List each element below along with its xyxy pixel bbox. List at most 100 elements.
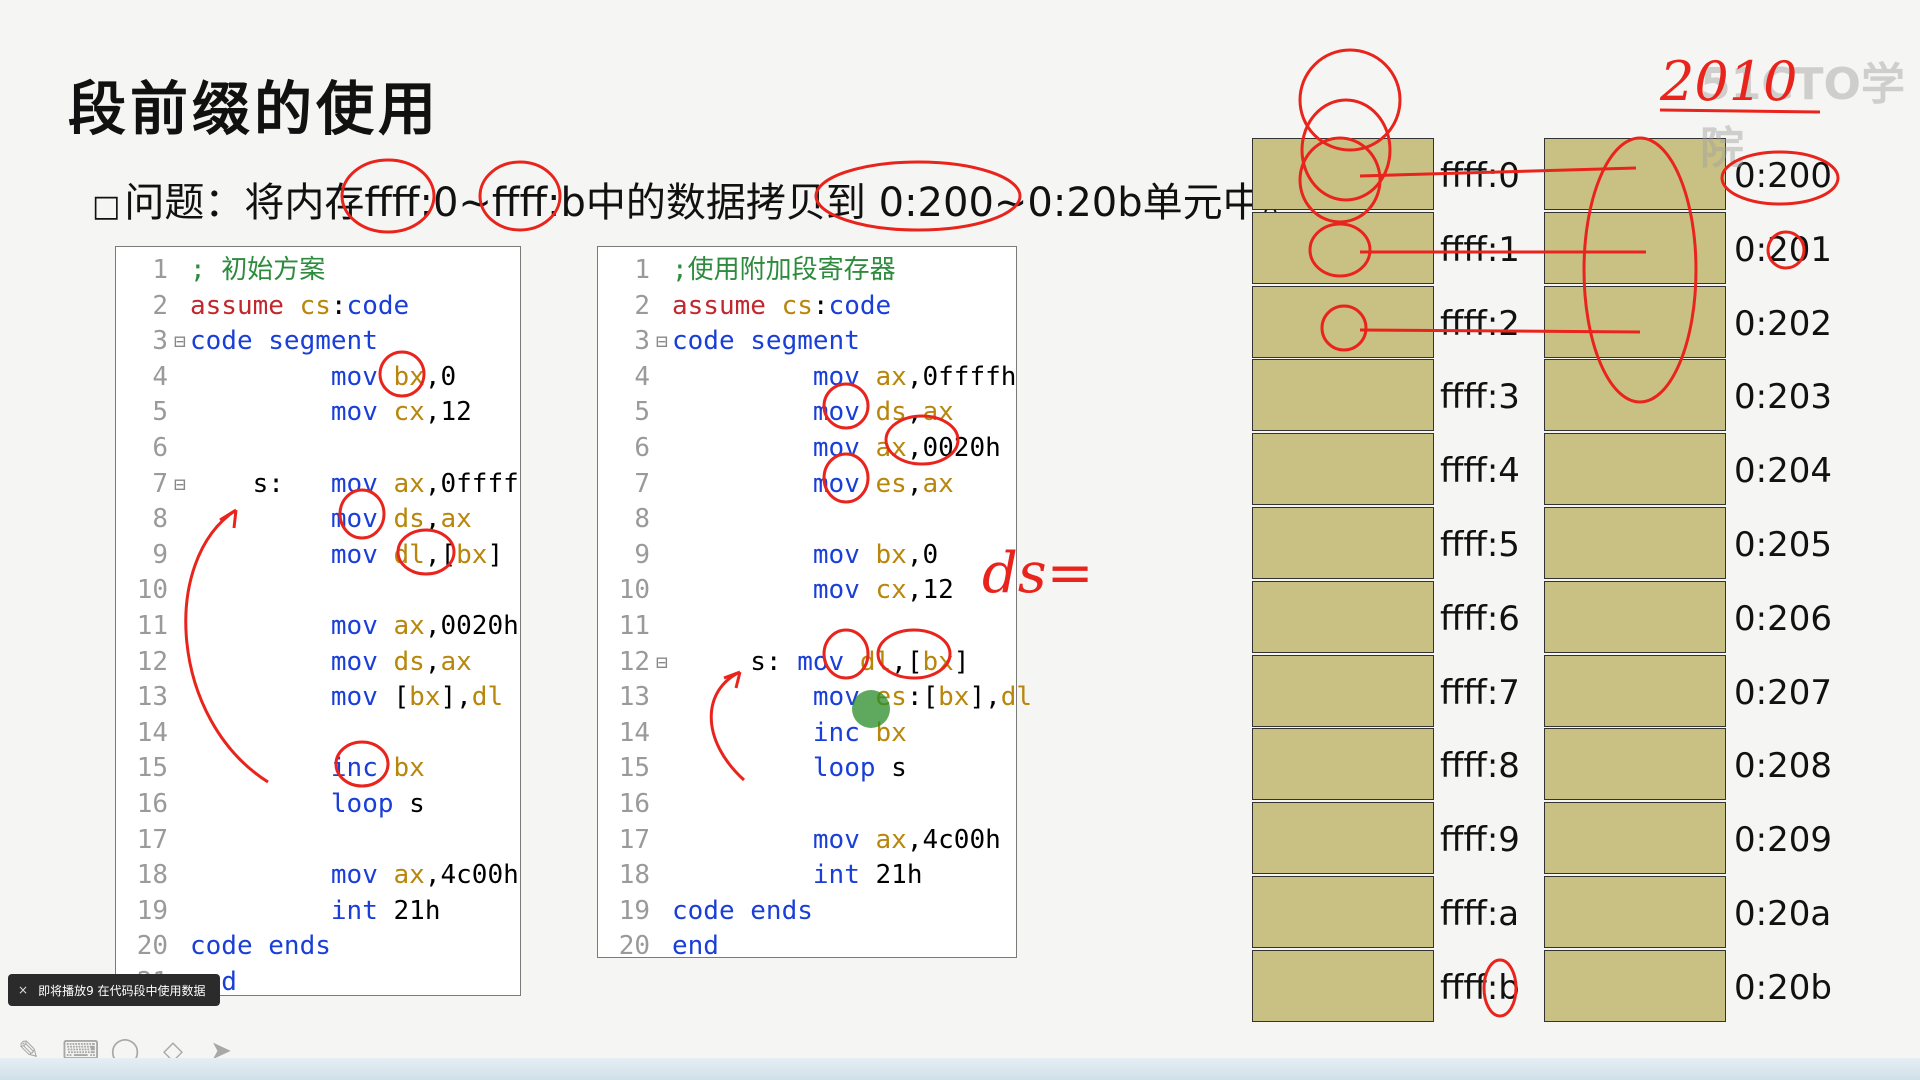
- line-number: 7: [152, 468, 168, 499]
- memory-source-column: ffff:0 ffff:1 ffff:2 ffff:3 ffff:4 ffff:5 ffff…: [1252, 138, 1520, 1024]
- memory-address-label: ffff:4: [1440, 451, 1520, 492]
- memory-address-label: 0:20b: [1734, 967, 1832, 1008]
- memory-address-label: ffff:7: [1440, 672, 1520, 713]
- code-text: int 21h: [812, 860, 923, 891]
- close-icon[interactable]: ×: [18, 983, 28, 997]
- code-text: ; 初始方案: [190, 255, 326, 285]
- memory-address-label: 0:20a: [1734, 894, 1832, 934]
- memory-cell: [1544, 654, 1726, 727]
- memory-cell: [1252, 359, 1434, 432]
- code-text: mov bx,0: [330, 361, 457, 392]
- code-text: assume cs:code: [672, 290, 892, 321]
- code-text: inc bx: [330, 753, 425, 784]
- code-text: loop s: [330, 789, 425, 819]
- code-text: end: [672, 931, 719, 962]
- line-number: 1: [634, 255, 650, 285]
- question-body: 问题：将内存ffff:0~ffff:b中的数据拷贝到 0:200~0:20b单元…: [124, 180, 1303, 226]
- code-text: s: mov ax,0ffffh: [190, 468, 520, 499]
- code-text: mov cx,12: [812, 575, 954, 606]
- code-text: code segment: [672, 326, 860, 357]
- fold-toggle-icon[interactable]: ⊟: [174, 467, 186, 503]
- code-text: mov [bx],dl: [330, 682, 504, 713]
- memory-address-label: ffff:a: [1440, 894, 1520, 934]
- line-number: 5: [634, 397, 650, 428]
- line-number: 19: [136, 895, 168, 926]
- memory-cell: [1252, 433, 1434, 506]
- line-number: 9: [634, 539, 650, 570]
- line-number: 11: [618, 611, 650, 641]
- code-text: mov ax,0020h: [812, 433, 1001, 463]
- line-number: 4: [634, 361, 650, 392]
- code-text: mov ax,0020h: [330, 611, 519, 641]
- code-text: mov ds,ax: [812, 397, 954, 428]
- memory-address-label: ffff:0: [1440, 156, 1520, 196]
- line-number: 10: [618, 575, 650, 606]
- slide-title: 段前缀的使用: [68, 75, 441, 143]
- fold-toggle-icon[interactable]: ⊟: [656, 324, 668, 360]
- code-text: ;使用附加段寄存器: [672, 255, 896, 285]
- line-number: 12: [618, 646, 650, 677]
- code-text: code ends: [672, 895, 813, 926]
- line-number: 1: [152, 255, 168, 285]
- memory-cell: [1544, 728, 1726, 801]
- line-number: 19: [618, 895, 650, 926]
- memory-cell: [1252, 728, 1434, 801]
- code-text: mov ax,0ffffh: [812, 361, 1017, 392]
- memory-address-label: ffff:3: [1440, 377, 1520, 418]
- memory-cell: [1544, 138, 1726, 210]
- memory-address-label: 0:201: [1734, 229, 1832, 270]
- line-number: 15: [618, 753, 650, 784]
- code-text: mov ds,ax: [330, 504, 472, 535]
- memory-cell: [1252, 876, 1434, 948]
- memory-cell: [1544, 802, 1726, 875]
- code-text: mov ax,4c00h: [812, 824, 1001, 855]
- memory-dest-column: 0:200 0:201 0:202 0:203 0:204 0:205 0:206 0:207…: [1544, 138, 1832, 1024]
- watermark-logo: 51CTO学院: [1700, 59, 1905, 174]
- memory-cell: [1252, 802, 1434, 875]
- memory-cell: [1544, 949, 1726, 1022]
- code-text: code ends: [190, 931, 331, 962]
- memory-address-label: ffff:6: [1440, 598, 1520, 639]
- line-number: 2: [634, 290, 650, 321]
- memory-address-label: ffff:1: [1440, 229, 1520, 270]
- code-text: loop s: [812, 753, 907, 784]
- code-text: int 21h: [330, 895, 441, 926]
- line-number: 13: [618, 682, 650, 713]
- line-number: 3: [634, 326, 650, 357]
- line-number: 9: [152, 539, 168, 570]
- memory-cell: [1252, 138, 1434, 210]
- line-number: 8: [152, 504, 168, 535]
- line-number: 7: [634, 468, 650, 499]
- memory-cell: [1252, 211, 1434, 284]
- fold-toggle-icon[interactable]: ⊟: [174, 324, 186, 360]
- memory-cell: [1252, 580, 1434, 653]
- memory-cell: [1544, 580, 1726, 653]
- memory-cell: [1544, 359, 1726, 432]
- memory-address-label: ffff:b: [1440, 967, 1520, 1008]
- line-number: 18: [136, 860, 168, 891]
- line-number: 12: [136, 646, 168, 677]
- memory-address-label: ffff:5: [1440, 525, 1520, 565]
- memory-address-label: 0:203: [1734, 377, 1832, 418]
- slide: 段前缀的使用 □ 问题：将内存ffff:0~ffff:b中的数据拷贝到 0:200…: [0, 0, 1920, 1080]
- next-video-toast[interactable]: × 即将播放9 在代码段中使用数据: [8, 974, 220, 1006]
- bottom-decoration: [0, 1058, 1920, 1080]
- question-text: □ 问题：将内存ffff:0~ffff:b中的数据拷贝到 0:200~0:20b单…: [92, 170, 1303, 228]
- memory-cell: [1544, 211, 1726, 284]
- line-number: 15: [136, 753, 168, 784]
- line-number: 13: [136, 682, 168, 713]
- line-number: 6: [634, 433, 650, 463]
- memory-cell: [1252, 285, 1434, 358]
- line-number: 14: [618, 717, 650, 748]
- code-panel-extra-segment: 1 ;使用附加段寄存器 2 assume cs:code 3 ⊟ code segment 4…: [597, 246, 1032, 961]
- code-text: mov bx,0: [812, 539, 939, 570]
- line-number: 3: [152, 326, 168, 357]
- code-panel-initial: 1; 初始方案 2 assume cs:code 3 ⊟ code segment 4 mo…: [115, 246, 521, 996]
- line-number: 2: [152, 290, 168, 321]
- memory-address-label: ffff:2: [1440, 303, 1520, 344]
- fold-toggle-icon[interactable]: ⊟: [656, 645, 668, 681]
- memory-address-label: 0:204: [1734, 451, 1832, 492]
- code-text: mov dl,[bx]: [330, 539, 504, 570]
- line-number: 17: [618, 824, 650, 855]
- memory-cell: [1252, 654, 1434, 727]
